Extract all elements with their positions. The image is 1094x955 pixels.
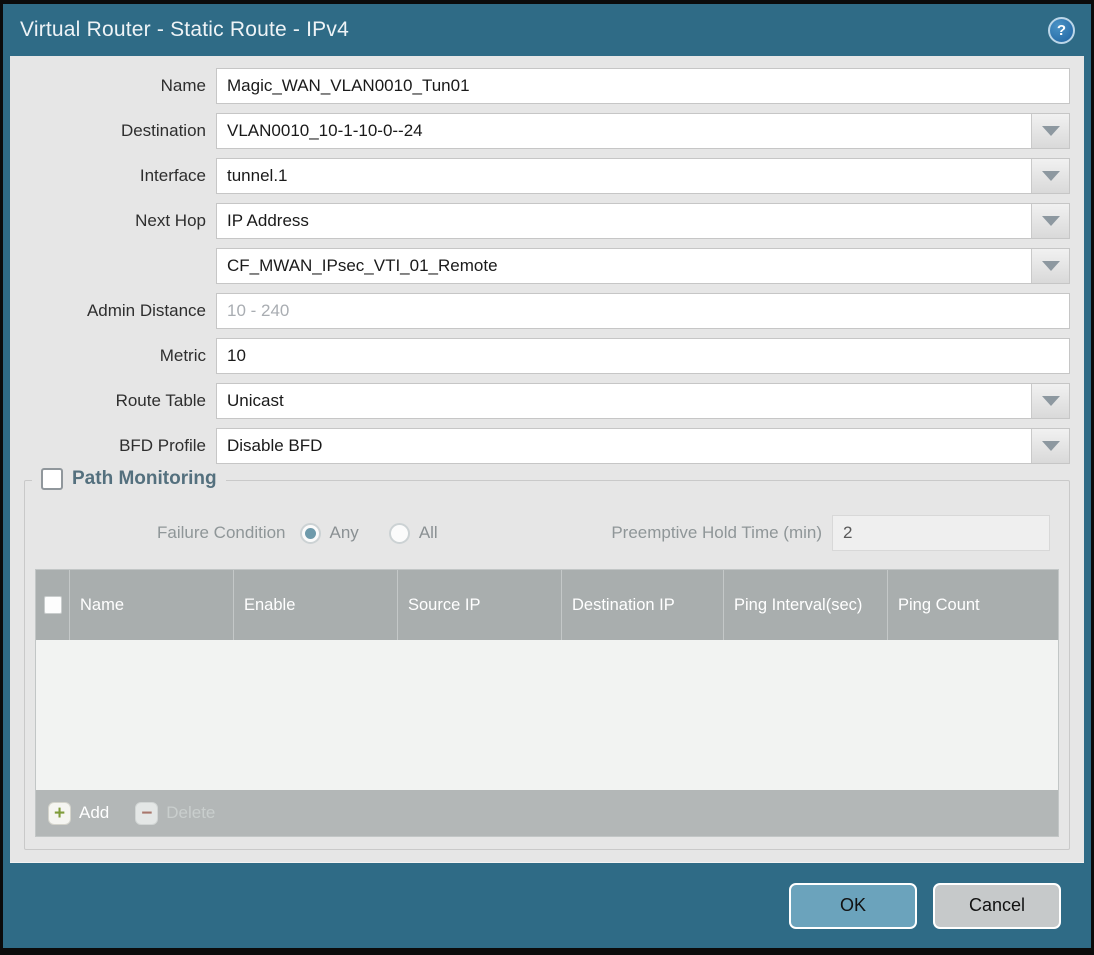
metric-row: Metric [24, 338, 1070, 374]
chevron-down-icon [1041, 441, 1060, 451]
column-header-source-ip[interactable]: Source IP [398, 570, 562, 640]
header-checkbox-cell [36, 570, 70, 640]
name-row: Name [24, 68, 1070, 104]
next-hop-address-combo [216, 248, 1070, 284]
bfd-profile-combo [216, 428, 1070, 464]
dialog-content: Name Destination Interface [10, 56, 1084, 863]
failure-condition-any-option[interactable]: Any [299, 522, 359, 544]
admin-distance-label: Admin Distance [86, 301, 206, 320]
static-route-dialog: Virtual Router - Static Route - IPv4 ? N… [0, 0, 1094, 955]
dialog-title: Virtual Router - Static Route - IPv4 [20, 18, 349, 41]
column-header-name[interactable]: Name [70, 570, 234, 640]
delete-button-label: Delete [166, 803, 216, 822]
radio-any[interactable] [299, 522, 321, 544]
interface-input[interactable] [217, 159, 1031, 193]
plus-icon: + [48, 801, 71, 825]
title-bar: Virtual Router - Static Route - IPv4 ? [3, 4, 1091, 56]
name-input[interactable] [216, 68, 1070, 104]
next-hop-row: Next Hop [24, 203, 1070, 239]
ok-button[interactable]: OK [789, 882, 917, 929]
select-all-checkbox[interactable] [43, 596, 62, 614]
preemptive-hold-time-input[interactable] [832, 515, 1050, 551]
path-monitoring-legend: Path Monitoring [32, 468, 226, 490]
dialog-footer: OK Cancel [3, 863, 1091, 948]
radio-all-label: All [418, 523, 438, 542]
next-hop-address-row [24, 248, 1070, 284]
interface-dropdown-button[interactable] [1031, 159, 1069, 193]
route-table-dropdown-button[interactable] [1031, 384, 1069, 418]
bfd-profile-dropdown-button[interactable] [1031, 429, 1069, 463]
delete-button[interactable]: − Delete [135, 801, 216, 825]
route-table-combo [216, 383, 1070, 419]
chevron-down-icon [1041, 396, 1060, 406]
destination-row: Destination [24, 113, 1070, 149]
bfd-profile-row: BFD Profile [24, 428, 1070, 464]
add-button[interactable]: + Add [48, 801, 110, 825]
interface-label: Interface [139, 166, 206, 185]
path-monitoring-table-body [36, 640, 1058, 790]
path-monitoring-table-header: Name Enable Source IP Destination IP Pin… [36, 570, 1058, 640]
column-header-ping-count[interactable]: Ping Count [888, 570, 1058, 640]
chevron-down-icon [1041, 171, 1060, 181]
minus-icon: − [135, 801, 159, 825]
bfd-profile-input[interactable] [217, 429, 1031, 463]
bfd-profile-label: BFD Profile [119, 436, 206, 455]
destination-combo [216, 113, 1070, 149]
failure-condition-label: Failure Condition [157, 523, 286, 542]
column-header-destination-ip[interactable]: Destination IP [562, 570, 724, 640]
column-header-enable[interactable]: Enable [234, 570, 398, 640]
help-icon[interactable]: ? [1048, 16, 1075, 44]
radio-all[interactable] [388, 522, 410, 544]
path-monitoring-table: Name Enable Source IP Destination IP Pin… [35, 569, 1059, 837]
metric-label: Metric [159, 346, 206, 365]
radio-any-label: Any [329, 523, 359, 542]
failure-condition-all-option[interactable]: All [388, 522, 438, 544]
path-monitoring-title: Path Monitoring [72, 468, 217, 489]
path-monitoring-group: Path Monitoring Failure Condition Any Al… [24, 468, 1070, 850]
path-monitoring-checkbox[interactable] [41, 468, 63, 490]
next-hop-address-input[interactable] [217, 249, 1031, 283]
destination-label: Destination [120, 121, 206, 140]
admin-distance-input[interactable] [216, 293, 1070, 329]
admin-distance-row: Admin Distance [24, 293, 1070, 329]
chevron-down-icon [1041, 261, 1060, 271]
next-hop-input[interactable] [217, 204, 1031, 238]
preemptive-hold-time-label: Preemptive Hold Time (min) [611, 523, 822, 542]
cancel-button[interactable]: Cancel [933, 882, 1061, 929]
next-hop-address-dropdown-button[interactable] [1031, 249, 1069, 283]
route-table-row: Route Table [24, 383, 1070, 419]
destination-input[interactable] [217, 114, 1031, 148]
failure-condition-row: Failure Condition Any All Preemptive Hol… [35, 515, 1059, 551]
next-hop-dropdown-button[interactable] [1031, 204, 1069, 238]
path-monitoring-table-toolbar: + Add − Delete [36, 790, 1058, 836]
chevron-down-icon [1041, 216, 1060, 226]
destination-dropdown-button[interactable] [1031, 114, 1069, 148]
interface-combo [216, 158, 1070, 194]
metric-input[interactable] [216, 338, 1070, 374]
route-table-input[interactable] [217, 384, 1031, 418]
next-hop-label: Next Hop [135, 211, 206, 230]
interface-row: Interface [24, 158, 1070, 194]
route-table-label: Route Table [115, 391, 206, 410]
add-button-label: Add [79, 803, 110, 822]
chevron-down-icon [1041, 126, 1060, 136]
name-label: Name [160, 76, 206, 95]
next-hop-combo [216, 203, 1070, 239]
column-header-ping-interval[interactable]: Ping Interval(sec) [724, 570, 888, 640]
